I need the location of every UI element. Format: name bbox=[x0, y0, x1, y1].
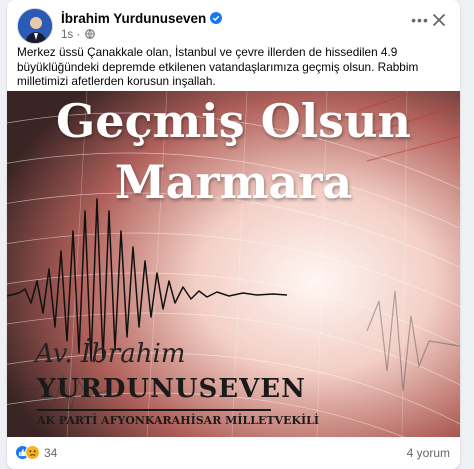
image-signature-divider bbox=[37, 409, 271, 411]
reaction-count[interactable]: 34 bbox=[44, 446, 57, 460]
post-footer: 34 4 yorum bbox=[7, 440, 460, 465]
image-headline-line2: Marmara bbox=[114, 155, 353, 209]
post-meta: 1s · bbox=[61, 29, 96, 41]
post-time[interactable]: 1s bbox=[61, 29, 73, 41]
image-signature-title: AK PARTİ AFYONKARAHİSAR MİLLETVEKİLİ bbox=[37, 414, 320, 427]
meta-separator: · bbox=[76, 29, 81, 41]
post-image[interactable]: Geçmiş Olsun Marmara Av. İbrahim YURDUNU… bbox=[7, 91, 460, 437]
image-signature-script: Av. İbrahim bbox=[35, 339, 186, 369]
author-name[interactable]: İbrahim Yurdunuseven bbox=[61, 11, 223, 26]
close-icon[interactable] bbox=[427, 8, 451, 32]
close-button[interactable] bbox=[427, 8, 451, 32]
post-text: Merkez üssü Çanakkale olan, İstanbul ve … bbox=[17, 45, 447, 89]
author-avatar[interactable] bbox=[17, 8, 53, 44]
sad-icon[interactable] bbox=[25, 445, 40, 460]
image-headline-line1: Geçmiş Olsun bbox=[56, 94, 411, 148]
comments-count-link[interactable]: 4 yorum bbox=[407, 446, 450, 460]
verified-badge-icon bbox=[210, 12, 223, 24]
post-card: İbrahim Yurdunuseven 1s · ••• Merkez üss… bbox=[7, 0, 460, 469]
image-signature-name: YURDUNUSEVEN bbox=[37, 374, 306, 404]
author-name-label[interactable]: İbrahim Yurdunuseven bbox=[61, 11, 206, 26]
globe-icon[interactable] bbox=[85, 29, 96, 39]
post-body: Merkez üssü Çanakkale olan, İstanbul ve … bbox=[17, 45, 419, 88]
